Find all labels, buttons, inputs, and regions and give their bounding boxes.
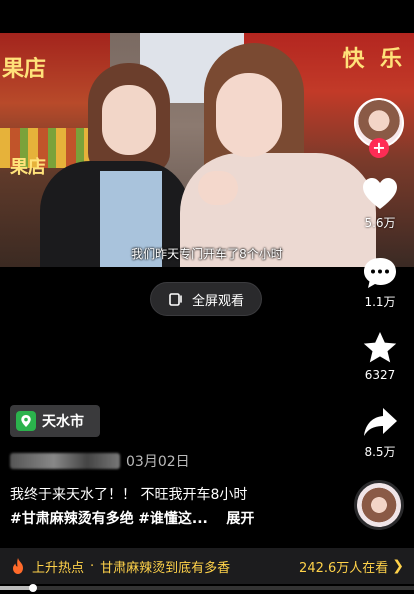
video-person-left [40,63,190,267]
video-progress-bar[interactable] [0,584,414,592]
hashtag-link[interactable]: #谁懂这... [138,511,208,527]
location-pin-icon [16,411,36,431]
heart-icon [363,178,397,209]
hashtag-link[interactable]: #甘肃麻辣烫有多绝 [10,511,134,527]
video-player[interactable]: 果店 果店 快 乐 我们昨天专门开车了8个小时 [0,33,414,267]
follow-button[interactable]: + [369,138,389,158]
hot-topic-bar[interactable]: 上升热点 · 甘肃麻辣烫到底有多香 242.6万人在看 ❯ [0,548,414,584]
expand-caption-button[interactable]: 展开 [226,511,254,527]
comment-icon [364,258,396,288]
author-line: 03月02日 [10,451,190,471]
fullscreen-label: 全屏观看 [191,293,244,309]
location-label: 天水市 [42,414,84,430]
fire-icon [13,558,23,574]
fullscreen-icon [169,293,182,306]
comment-count: 1.1万 [364,295,396,309]
post-caption: 我终于来天水了！！ 不旺我开车8小时 #甘肃麻辣烫有多绝 #谁懂这... 展开 [10,483,340,531]
viewer-count: 242.6万人在看 [299,560,389,576]
music-disc[interactable] [354,480,404,530]
star-icon [363,332,397,363]
fullscreen-button[interactable]: 全屏观看 [150,282,262,316]
share-button[interactable]: 8.5万 [354,405,406,460]
author-name-blurred[interactable] [10,453,120,469]
favorite-button[interactable]: 6327 [354,330,406,382]
progress-knob[interactable] [29,584,37,592]
hot-topic-title: 甘肃麻辣烫到底有多香 [100,560,231,576]
post-date: 03月02日 [126,454,190,470]
share-count: 8.5万 [364,445,396,459]
like-button[interactable]: 5.6万 [354,176,406,231]
video-subtitle: 我们昨天专门开车了8个小时 [131,247,283,261]
share-arrow-icon [364,408,397,436]
separator-dot: · [90,558,95,574]
rising-label: 上升热点 [32,560,85,576]
video-person-right [176,43,376,267]
like-count: 5.6万 [364,216,396,230]
caption-text: 我终于来天水了！！ 不旺我开车8小时 [10,487,248,503]
chevron-right-icon: ❯ [392,558,404,574]
favorite-count: 6327 [364,368,396,382]
location-tag[interactable]: 天水市 [10,405,100,437]
comment-button[interactable]: 1.1万 [354,255,406,310]
